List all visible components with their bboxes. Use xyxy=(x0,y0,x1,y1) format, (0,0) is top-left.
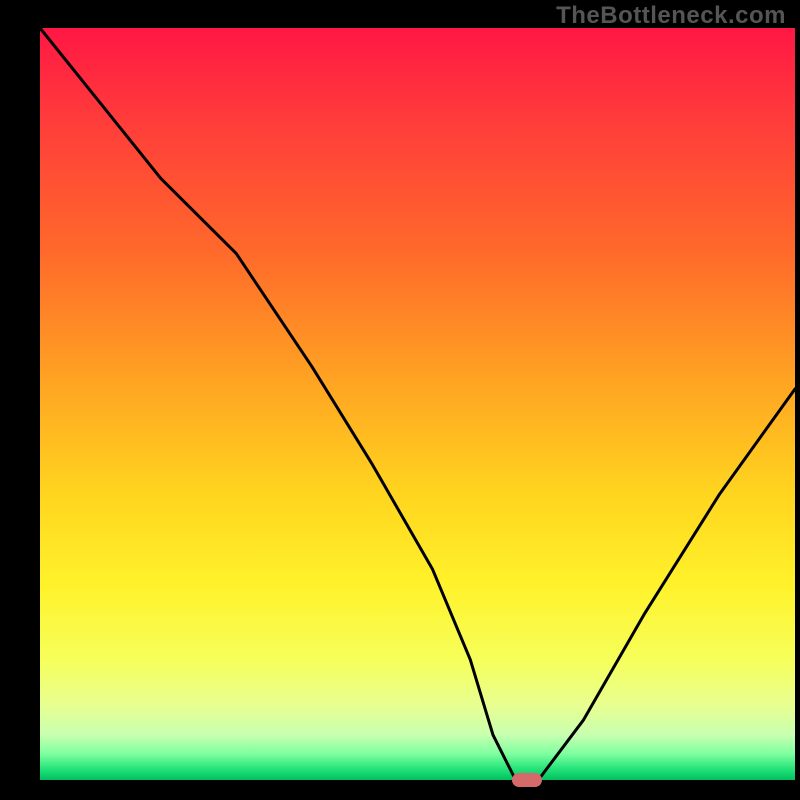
chart-container: TheBottleneck.com xyxy=(0,0,800,800)
marker-pill xyxy=(512,773,542,787)
watermark-text: TheBottleneck.com xyxy=(556,2,786,30)
chart-svg xyxy=(0,0,800,800)
plot-area xyxy=(40,28,795,780)
